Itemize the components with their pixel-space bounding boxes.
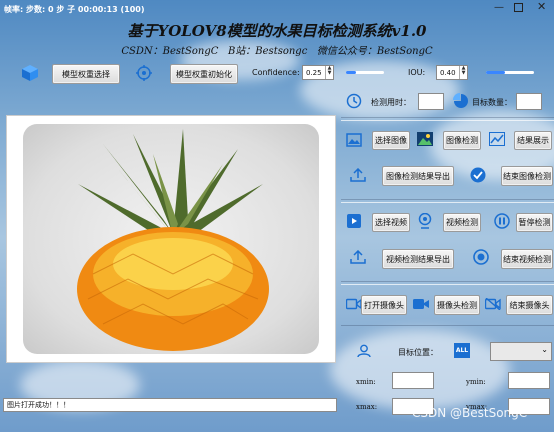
end-video-button[interactable]: 结束视频检测 [501, 249, 553, 269]
check-circle-icon [469, 166, 487, 184]
camera-detect-button[interactable]: 摄像头检测 [434, 295, 480, 315]
pie-chart-icon [452, 92, 470, 110]
minimize-icon[interactable]: — [494, 2, 504, 13]
spin-arrows-icon[interactable]: ▲ ▼ [325, 66, 333, 79]
show-result-button[interactable]: 结果展示 [514, 131, 552, 150]
upload-icon [349, 167, 367, 183]
clock-icon [345, 92, 363, 110]
count-value-box [516, 93, 542, 110]
csdn-watermark: CSDN @BestSongC [412, 406, 528, 420]
all-badge-icon: ALL [454, 343, 470, 358]
pause-icon [493, 212, 511, 230]
iou-slider-fill [486, 71, 506, 74]
confidence-label: Confidence: [252, 68, 300, 77]
image-icon [345, 131, 363, 149]
iou-slider[interactable] [486, 71, 534, 74]
time-value-box [418, 93, 444, 110]
video-detect-button[interactable]: 视频检测 [443, 213, 481, 232]
chevron-down-icon[interactable]: ⌄ [541, 345, 548, 354]
page-title: 基于YOLOV8模型的水果目标检测系统v1.0 [127, 22, 427, 40]
maximize-icon[interactable] [514, 3, 523, 12]
window-title: 帧率: 步数: 0 步 子 00:00:13 (100) [4, 5, 145, 14]
end-camera-button[interactable]: 结束摄像头 [506, 295, 553, 315]
count-label: 目标数量： [472, 98, 512, 107]
xmin-label: xmin: [356, 378, 376, 386]
webcam-icon [416, 212, 434, 230]
title-bar: 帧率: 步数: 0 步 子 00:00:13 (100) — ✕ [0, 0, 554, 20]
iou-spinbox[interactable]: 0.40 ▲ ▼ [436, 65, 468, 80]
page-subtitle: CSDN：BestSongC B站：Bestsongc 微信公众号：BestSo… [121, 46, 433, 57]
line-chart-icon [488, 130, 506, 148]
picture-icon [416, 130, 434, 148]
status-bar: 图片打开成功！！！ [3, 398, 337, 412]
iou-label: IOU: [408, 68, 426, 77]
target-select[interactable]: ⌄ [490, 342, 552, 361]
time-label: 检测用时： [371, 98, 411, 107]
confidence-slider-fill [346, 71, 356, 74]
xmin-field [392, 372, 434, 389]
camera-off-icon [484, 296, 502, 312]
select-image-button[interactable]: 选择图像 [372, 131, 410, 150]
user-icon [356, 343, 372, 359]
image-display-frame [6, 115, 336, 363]
open-camera-button[interactable]: 打开摄像头 [361, 295, 407, 315]
select-video-button[interactable]: 选择视频 [372, 213, 410, 232]
iou-value: 0.40 [440, 68, 456, 77]
ymin-label: ymin: [466, 378, 486, 386]
target-icon [134, 63, 154, 83]
upload-icon [349, 249, 367, 265]
status-message: 图片打开成功！！！ [7, 401, 70, 409]
close-icon[interactable]: ✕ [537, 0, 546, 13]
video-export-button[interactable]: 视频检测结果导出 [382, 249, 454, 269]
confidence-value: 0.25 [306, 68, 322, 77]
image-detect-button[interactable]: 图像检测 [443, 131, 481, 150]
spin-arrows-icon[interactable]: ▲ ▼ [459, 66, 467, 79]
image-export-button[interactable]: 图像检测结果导出 [382, 166, 454, 186]
video-camera-icon [412, 296, 430, 312]
model-select-button[interactable]: 模型权重选择 [52, 64, 120, 84]
all-badge-label: ALL [455, 347, 469, 354]
stop-circle-icon [472, 248, 490, 266]
pineapple-image [23, 124, 319, 354]
end-image-button[interactable]: 结束图像检测 [501, 166, 553, 186]
xmax-label: xmax: [356, 403, 378, 411]
model-init-button[interactable]: 模型权重初始化 [170, 64, 238, 84]
ymin-field [508, 372, 550, 389]
position-label: 目标位置： [398, 348, 438, 357]
pause-detect-button[interactable]: 暂停检测 [516, 213, 553, 232]
confidence-slider[interactable] [346, 71, 384, 74]
confidence-spinbox[interactable]: 0.25 ▲ ▼ [302, 65, 334, 80]
video-icon [345, 212, 363, 230]
cube-icon [20, 63, 40, 83]
